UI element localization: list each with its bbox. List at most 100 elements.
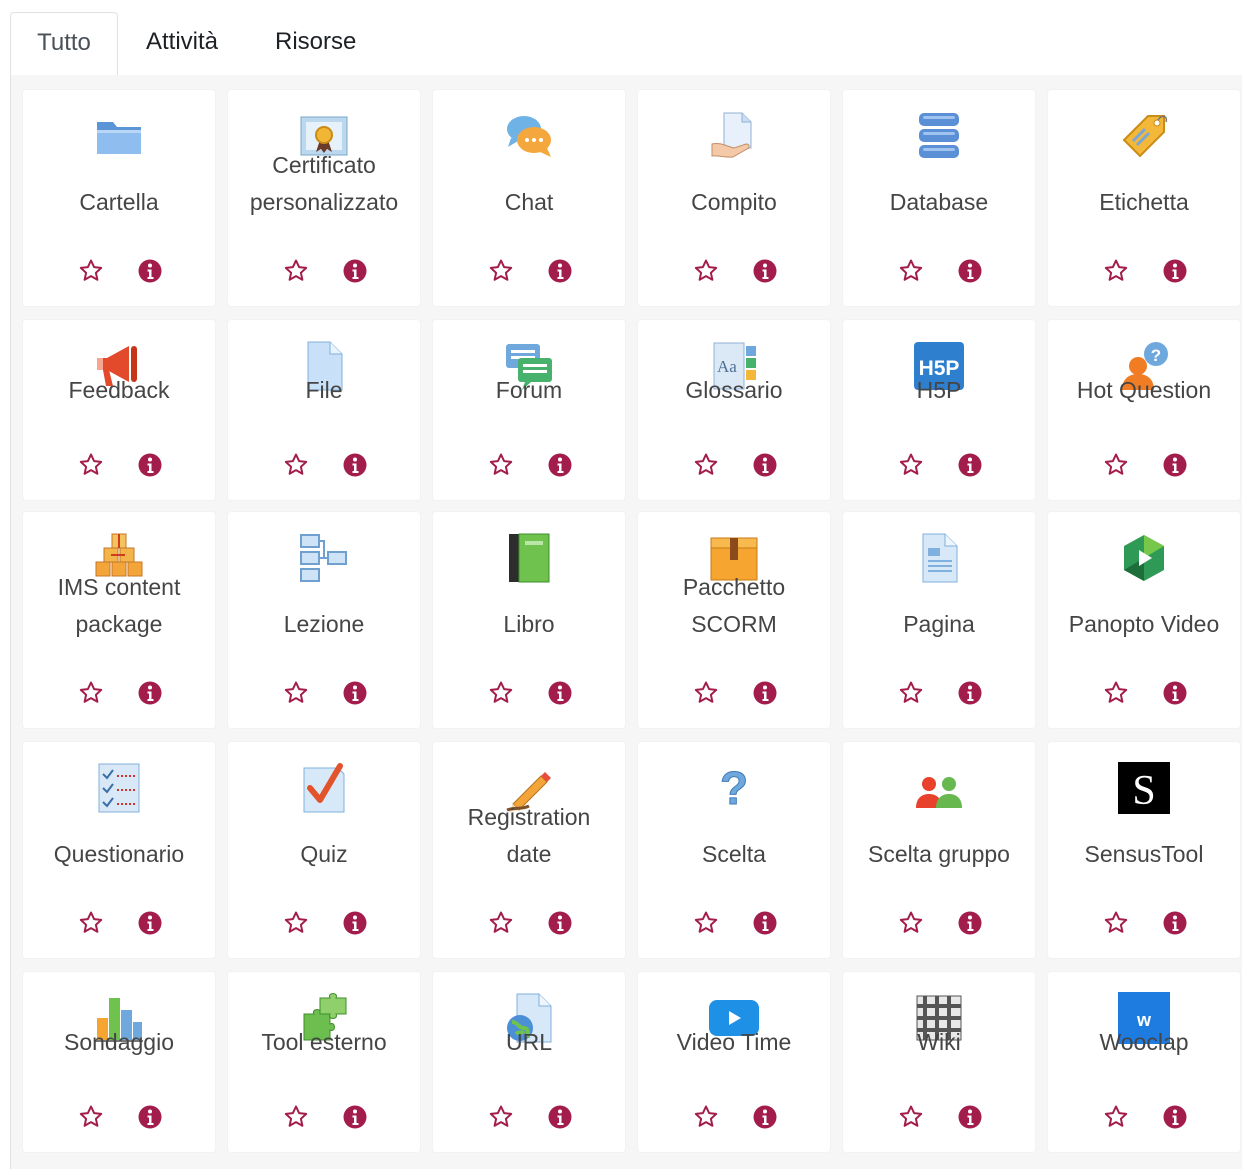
activity-card-chat[interactable]: Chat [433, 90, 625, 306]
activity-label: Glossario [685, 377, 783, 403]
tab-risorse[interactable]: Risorse [275, 12, 356, 76]
activity-card-panopto-video[interactable]: Panopto Video [1048, 512, 1240, 728]
activity-card-registration-date[interactable]: Registration date [433, 742, 625, 958]
activity-card-forum[interactable]: Forum [433, 320, 625, 500]
info-icon[interactable] [957, 910, 983, 936]
activity-card-wiki[interactable]: Wiki [843, 972, 1035, 1152]
info-icon[interactable] [957, 258, 983, 284]
info-icon[interactable] [342, 452, 368, 478]
activity-card-libro[interactable]: Libro [433, 512, 625, 728]
info-icon[interactable] [1162, 910, 1188, 936]
activity-card-pacchetto-scorm[interactable]: Pacchetto SCORM [638, 512, 830, 728]
page-icon [913, 532, 965, 584]
star-favourite-icon[interactable] [283, 910, 309, 936]
info-icon[interactable] [547, 1104, 573, 1130]
activity-card-scelta[interactable]: ? Scelta [638, 742, 830, 958]
activity-card-cartella[interactable]: Cartella [23, 90, 215, 306]
panopto-icon [1118, 532, 1170, 584]
activity-card-ims-content-package[interactable]: IMS content package [23, 512, 215, 728]
activity-card-questionario[interactable]: Questionario [23, 742, 215, 958]
activity-label: File [305, 377, 343, 403]
info-icon[interactable] [752, 910, 778, 936]
info-icon[interactable] [342, 680, 368, 706]
info-icon[interactable] [137, 910, 163, 936]
star-favourite-icon[interactable] [693, 680, 719, 706]
info-icon[interactable] [957, 452, 983, 478]
star-favourite-icon[interactable] [78, 910, 104, 936]
activity-card-etichetta[interactable]: Etichetta [1048, 90, 1240, 306]
star-favourite-icon[interactable] [78, 680, 104, 706]
star-favourite-icon[interactable] [78, 258, 104, 284]
star-favourite-icon[interactable] [1103, 452, 1129, 478]
info-icon[interactable] [137, 452, 163, 478]
info-icon[interactable] [752, 452, 778, 478]
activity-card-file[interactable]: File [228, 320, 420, 500]
activity-card-compito[interactable]: Compito [638, 90, 830, 306]
star-favourite-icon[interactable] [693, 1104, 719, 1130]
activity-card-hot-question[interactable]: ? Hot Question [1048, 320, 1240, 500]
star-favourite-icon[interactable] [1103, 1104, 1129, 1130]
info-icon[interactable] [957, 1104, 983, 1130]
star-favourite-icon[interactable] [488, 258, 514, 284]
star-favourite-icon[interactable] [898, 680, 924, 706]
activity-card-pagina[interactable]: Pagina [843, 512, 1035, 728]
star-favourite-icon[interactable] [488, 1104, 514, 1130]
activity-card-h5p[interactable]: H5P H5P [843, 320, 1035, 500]
activity-label: Scelta gruppo [868, 841, 1010, 867]
info-icon[interactable] [547, 258, 573, 284]
info-icon[interactable] [547, 452, 573, 478]
star-favourite-icon[interactable] [283, 1104, 309, 1130]
activity-card-feedback[interactable]: Feedback [23, 320, 215, 500]
tab-attivita[interactable]: Attività [146, 12, 218, 76]
activity-card-sensustool[interactable]: S SensusTool [1048, 742, 1240, 958]
info-icon[interactable] [752, 258, 778, 284]
star-favourite-icon[interactable] [693, 910, 719, 936]
info-icon[interactable] [342, 1104, 368, 1130]
star-favourite-icon[interactable] [283, 258, 309, 284]
group-choice-icon [913, 762, 965, 814]
tab-tutto[interactable]: Tutto [10, 12, 118, 77]
info-icon[interactable] [957, 680, 983, 706]
activity-card-wooclap[interactable]: w Wooclap [1048, 972, 1240, 1152]
activity-card-sondaggio[interactable]: Sondaggio [23, 972, 215, 1152]
star-favourite-icon[interactable] [283, 452, 309, 478]
info-icon[interactable] [137, 258, 163, 284]
star-favourite-icon[interactable] [488, 680, 514, 706]
activity-card-tool-esterno[interactable]: Tool esterno [228, 972, 420, 1152]
info-icon[interactable] [137, 1104, 163, 1130]
activity-card-scelta-gruppo[interactable]: Scelta gruppo [843, 742, 1035, 958]
activity-card-glossario[interactable]: Aa Glossario [638, 320, 830, 500]
activity-card-database[interactable]: Database [843, 90, 1035, 306]
star-favourite-icon[interactable] [78, 452, 104, 478]
star-favourite-icon[interactable] [898, 1104, 924, 1130]
info-icon[interactable] [547, 680, 573, 706]
info-icon[interactable] [752, 680, 778, 706]
info-icon[interactable] [547, 910, 573, 936]
star-favourite-icon[interactable] [78, 1104, 104, 1130]
activity-card-certificato-personalizzato[interactable]: Certificato personalizzato [228, 90, 420, 306]
star-favourite-icon[interactable] [488, 910, 514, 936]
star-favourite-icon[interactable] [283, 680, 309, 706]
star-favourite-icon[interactable] [898, 258, 924, 284]
info-icon[interactable] [137, 680, 163, 706]
star-favourite-icon[interactable] [898, 910, 924, 936]
info-icon[interactable] [1162, 1104, 1188, 1130]
info-icon[interactable] [342, 910, 368, 936]
star-favourite-icon[interactable] [693, 258, 719, 284]
info-icon[interactable] [1162, 680, 1188, 706]
info-icon[interactable] [752, 1104, 778, 1130]
star-favourite-icon[interactable] [898, 452, 924, 478]
star-favourite-icon[interactable] [693, 452, 719, 478]
star-favourite-icon[interactable] [1103, 910, 1129, 936]
star-favourite-icon[interactable] [1103, 258, 1129, 284]
star-favourite-icon[interactable] [488, 452, 514, 478]
activity-card-video-time[interactable]: Video Time [638, 972, 830, 1152]
info-icon[interactable] [342, 258, 368, 284]
info-icon[interactable] [1162, 452, 1188, 478]
activity-card-url[interactable]: URL [433, 972, 625, 1152]
activity-card-quiz[interactable]: Quiz [228, 742, 420, 958]
activity-card-lezione[interactable]: Lezione [228, 512, 420, 728]
info-icon[interactable] [1162, 258, 1188, 284]
question-mark-icon: ? [708, 762, 760, 814]
star-favourite-icon[interactable] [1103, 680, 1129, 706]
